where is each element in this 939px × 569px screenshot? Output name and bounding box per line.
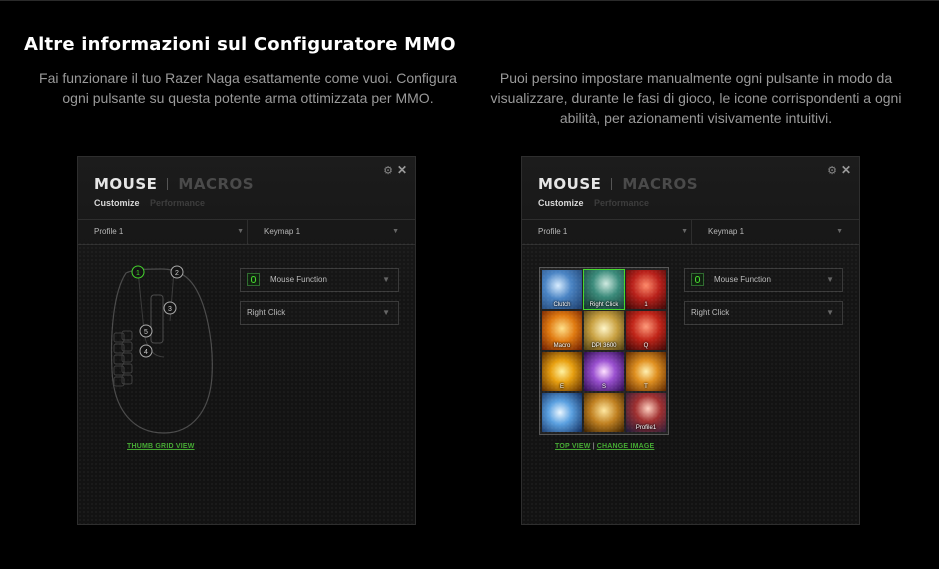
tab-macros[interactable]: MACROS xyxy=(178,175,254,193)
subtab-customize[interactable]: Customize xyxy=(538,198,584,208)
grid-button-10[interactable] xyxy=(542,393,582,432)
tab-divider xyxy=(611,178,613,190)
mouse-function-icon xyxy=(691,273,704,286)
sub-tabs: Customize Performance xyxy=(94,198,205,208)
chevron-down-icon: ▼ xyxy=(382,275,390,284)
intro-left: Fai funzionare il tuo Razer Naga esattam… xyxy=(39,70,457,106)
top-divider xyxy=(0,0,939,1)
close-icon[interactable]: ✕ xyxy=(841,163,851,177)
keymap-select-value: Keymap 1 xyxy=(264,227,301,236)
keymap-select[interactable]: Keymap 1 ▼ xyxy=(247,220,399,244)
grid-button-3[interactable]: 1 xyxy=(626,270,666,309)
profile-select[interactable]: Profile 1 ▼ xyxy=(538,220,688,244)
tab-mouse[interactable]: MOUSE xyxy=(538,175,601,193)
close-icon[interactable]: ✕ xyxy=(397,163,407,177)
grid-button-label: Macro xyxy=(553,343,571,349)
top-view-link[interactable]: TOP VIEW xyxy=(555,443,591,450)
thumb-grid: Clutch Right Click 1 Macro DPI 3600 Q E … xyxy=(539,267,669,435)
chevron-down-icon: ▼ xyxy=(382,308,390,317)
tab-divider xyxy=(167,178,169,190)
grid-button-label: Q xyxy=(643,343,649,349)
grid-button-label: Clutch xyxy=(553,302,571,308)
grid-button-label: E xyxy=(559,384,564,390)
chevron-down-icon: ▼ xyxy=(681,228,688,235)
thumb-grid-view-link[interactable]: THUMB GRID VIEW xyxy=(127,443,195,450)
profile-select-value: Profile 1 xyxy=(94,227,124,236)
button-1-number: 1 xyxy=(136,270,140,277)
gear-icon[interactable]: ⚙ xyxy=(383,164,393,177)
grid-button-7[interactable]: E xyxy=(542,352,582,391)
selector-bar: Profile 1 ▼ Keymap 1 ▼ xyxy=(522,219,859,245)
grid-button-4[interactable]: Macro xyxy=(542,311,582,350)
tab-mouse[interactable]: MOUSE xyxy=(94,175,157,193)
keymap-select[interactable]: Keymap 1 ▼ xyxy=(691,220,843,244)
grid-button-9[interactable]: T xyxy=(626,352,666,391)
grid-button-label: DPI 3600 xyxy=(591,343,617,349)
grid-button-label: T xyxy=(644,384,648,390)
chevron-down-icon: ▼ xyxy=(237,228,244,235)
grid-button-11[interactable] xyxy=(584,393,624,432)
grid-button-label: S xyxy=(601,384,606,390)
chevron-down-icon: ▼ xyxy=(826,275,834,284)
intro-right: Puoi persino impostare manualmente ogni … xyxy=(490,70,902,126)
button-5-number: 5 xyxy=(144,329,148,336)
grid-button-label: Profile1 xyxy=(635,425,657,431)
action-select[interactable]: Right Click ▼ xyxy=(684,301,843,325)
grid-button-label: Right Click xyxy=(589,302,619,308)
function-select-value: Mouse Function xyxy=(714,275,771,284)
button-2-number: 2 xyxy=(175,270,179,277)
action-select-value: Right Click xyxy=(247,308,286,317)
function-select[interactable]: Mouse Function ▼ xyxy=(240,268,399,292)
mouse-function-icon xyxy=(247,273,260,286)
grid-button-6[interactable]: Q xyxy=(626,311,666,350)
action-select-value: Right Click xyxy=(691,308,730,317)
chevron-down-icon: ▼ xyxy=(826,308,834,317)
tab-macros[interactable]: MACROS xyxy=(622,175,698,193)
button-3-number: 3 xyxy=(168,306,172,313)
grid-button-8[interactable]: S xyxy=(584,352,624,391)
sub-tabs: Customize Performance xyxy=(538,198,649,208)
configurator-panel-grid-view: ⚙ ✕ MOUSE MACROS Customize Performance Pr… xyxy=(521,156,860,525)
grid-button-1[interactable]: Clutch xyxy=(542,270,582,309)
grid-button-12[interactable]: Profile1 xyxy=(626,393,666,432)
profile-select-value: Profile 1 xyxy=(538,227,568,236)
button-4-number: 4 xyxy=(144,349,148,356)
view-links: TOP VIEW | CHANGE IMAGE xyxy=(555,443,654,450)
chevron-down-icon: ▼ xyxy=(836,228,843,235)
keymap-select-value: Keymap 1 xyxy=(708,227,745,236)
main-tabs: MOUSE MACROS xyxy=(538,175,698,193)
function-select[interactable]: Mouse Function ▼ xyxy=(684,268,843,292)
subtab-customize[interactable]: Customize xyxy=(94,198,140,208)
page-title: Altre informazioni sul Configuratore MMO xyxy=(24,34,456,55)
grid-button-5[interactable]: DPI 3600 xyxy=(584,311,624,350)
profile-select[interactable]: Profile 1 ▼ xyxy=(94,220,244,244)
selector-bar: Profile 1 ▼ Keymap 1 ▼ xyxy=(78,219,415,245)
grid-button-2[interactable]: Right Click xyxy=(583,269,625,310)
configurator-panel-mouse-view: ⚙ ✕ MOUSE MACROS Customize Performance Pr… xyxy=(77,156,416,525)
change-image-link[interactable]: CHANGE IMAGE xyxy=(597,443,655,450)
chevron-down-icon: ▼ xyxy=(392,228,399,235)
subtab-performance[interactable]: Performance xyxy=(150,198,205,208)
link-separator: | xyxy=(592,443,595,450)
function-select-value: Mouse Function xyxy=(270,275,327,284)
mouse-icon: 1 2 3 5 4 xyxy=(110,265,213,434)
grid-button-label: 1 xyxy=(644,302,648,308)
action-select[interactable]: Right Click ▼ xyxy=(240,301,399,325)
subtab-performance[interactable]: Performance xyxy=(594,198,649,208)
main-tabs: MOUSE MACROS xyxy=(94,175,254,193)
gear-icon[interactable]: ⚙ xyxy=(827,164,837,177)
